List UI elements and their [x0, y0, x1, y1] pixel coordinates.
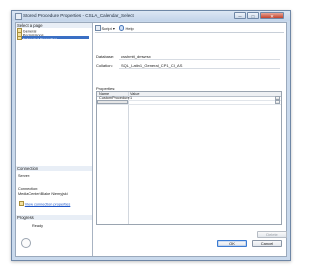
script-icon — [95, 25, 101, 31]
view-connection-link-text[interactable]: View connection properties — [25, 202, 71, 206]
cancel-button[interactable]: Cancel — [252, 240, 282, 247]
maximize-button[interactable]: □ — [247, 12, 259, 19]
collation-field-line — [119, 68, 280, 69]
help-label: Help — [125, 25, 134, 31]
dialog-client: Select a page General Permissions Extend… — [15, 22, 287, 257]
toolbar-separator — [95, 32, 284, 33]
app-icon — [15, 13, 22, 20]
properties-dialog: Stored Procedure Properties - CSLA_Calen… — [11, 10, 291, 261]
window-title: Stored Procedure Properties - CSLA_Calen… — [23, 13, 134, 18]
title-bar[interactable]: Stored Procedure Properties - CSLA_Calen… — [12, 11, 290, 21]
help-icon — [118, 25, 125, 31]
page-item-extended-properties[interactable]: Extended Properties — [17, 35, 89, 41]
view-connection-link[interactable]: View connection properties — [19, 201, 70, 206]
database-label: Database: — [96, 54, 115, 59]
left-pane: Select a page General Permissions Extend… — [16, 23, 93, 256]
close-button[interactable]: ✕ — [260, 12, 284, 19]
progress-status: Ready — [32, 224, 43, 228]
server-label: Server: — [18, 174, 31, 178]
main-pane: Script ▾ Help Database: csshmtt_dmwrsx C… — [93, 23, 287, 256]
new-row-name-cell[interactable] — [97, 100, 128, 104]
properties-grid[interactable]: Name Value CustomProcedure 1 … … — [96, 91, 282, 225]
connection-label: Connection: — [18, 187, 39, 191]
page-icon — [17, 35, 22, 41]
page-item-label: Extended Properties — [22, 37, 58, 41]
progress-indicator-icon — [21, 238, 31, 248]
connection-value: MediaCenter\Blake Niemyjski — [18, 191, 68, 196]
database-field-line — [119, 59, 280, 60]
minimize-button[interactable]: ─ — [234, 12, 246, 19]
script-button[interactable]: Script ▾ — [95, 25, 115, 31]
help-button[interactable]: Help — [118, 25, 134, 31]
script-label: Script — [101, 25, 112, 31]
collation-label: Collation: — [96, 63, 113, 68]
connection-icon — [19, 201, 24, 206]
new-row-ellipsis-button[interactable]: … — [275, 100, 280, 104]
toolbar: Script ▾ Help — [95, 25, 134, 31]
column-separator — [128, 92, 129, 224]
progress-header: Progress — [16, 215, 92, 220]
delete-button[interactable]: Delete — [257, 231, 287, 238]
connection-header: Connection — [16, 166, 92, 171]
